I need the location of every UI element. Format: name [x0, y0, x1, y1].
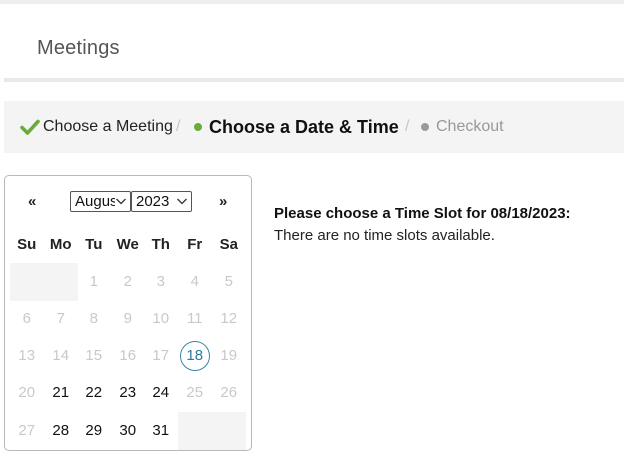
breadcrumb-label-current: Choose a Date & Time: [209, 116, 399, 137]
time-slot-heading: Please choose a Time Slot for 08/18/2023…: [274, 205, 571, 222]
breadcrumb: Choose a Meeting / Choose a Date & Time …: [4, 101, 624, 153]
day-cell[interactable]: 22: [77, 374, 111, 412]
day-cell[interactable]: 30: [111, 412, 145, 450]
weekday-header: Tu: [85, 236, 103, 253]
current-step-dot-icon: [194, 123, 202, 131]
day-cell-disabled: 16: [119, 347, 137, 365]
chevron-down-icon: [176, 194, 188, 209]
breadcrumb-label: Checkout: [436, 118, 504, 135]
day-cell-disabled: 7: [56, 310, 65, 328]
day-cell-disabled: 26: [220, 384, 238, 402]
day-cell[interactable]: 28: [44, 412, 78, 450]
time-slot-panel: Please choose a Time Slot for 08/18/2023…: [274, 205, 571, 244]
selected-day-label: 18: [179, 340, 210, 371]
weekday-header: We: [116, 236, 139, 253]
previous-month-button[interactable]: «: [28, 193, 36, 210]
weekday-header: Mo: [49, 236, 72, 253]
day-cell-disabled: 25: [186, 384, 204, 402]
pending-step-dot-icon: [421, 123, 429, 131]
month-select[interactable]: August: [70, 191, 131, 212]
day-cell-disabled: 17: [152, 347, 170, 365]
day-cell-disabled: 2: [123, 273, 132, 291]
day-cell-disabled: 19: [220, 347, 238, 365]
breadcrumb-choose-date-time: Choose a Date & Time: [194, 101, 399, 153]
check-icon: [20, 119, 40, 135]
day-cell-disabled: 8: [89, 310, 98, 328]
next-month-button[interactable]: »: [219, 193, 227, 210]
day-cell[interactable]: 31: [144, 412, 178, 450]
weekday-header: Sa: [219, 236, 238, 253]
empty-day-cell: [10, 263, 44, 301]
day-cell[interactable]: 21: [44, 374, 78, 412]
breadcrumb-separator: /: [176, 118, 181, 135]
day-cell-disabled: 5: [224, 273, 233, 291]
breadcrumb-label: Choose a Meeting: [43, 118, 173, 135]
day-cell-disabled: 9: [123, 310, 132, 328]
day-cell[interactable]: 23: [111, 374, 145, 412]
weekday-header: Th: [151, 236, 170, 253]
page-title: Meetings: [37, 37, 120, 59]
day-cell-disabled: 12: [220, 310, 238, 328]
day-cell-disabled: 15: [85, 347, 103, 365]
year-select[interactable]: 2023: [131, 191, 192, 212]
empty-day-cell: [178, 412, 212, 450]
breadcrumb-checkout: Checkout: [421, 101, 504, 153]
day-cell[interactable]: 24: [144, 374, 178, 412]
weekday-header: Su: [17, 236, 37, 253]
no-slots-message: There are no time slots available.: [274, 227, 495, 244]
breadcrumb-choose-meeting[interactable]: Choose a Meeting: [20, 101, 173, 153]
chevron-down-icon: [115, 194, 127, 209]
day-cell-disabled: 13: [18, 347, 36, 365]
day-cell-disabled: 1: [89, 273, 98, 291]
day-cell-disabled: 14: [52, 347, 70, 365]
day-cell-disabled: 4: [190, 273, 199, 291]
page-header: Meetings: [4, 4, 624, 82]
day-cell-disabled: 27: [18, 422, 36, 440]
empty-day-cell: [44, 263, 78, 301]
day-cell-selected[interactable]: 18: [178, 337, 212, 375]
day-cell-disabled: 20: [18, 384, 36, 402]
day-cell[interactable]: 29: [77, 412, 111, 450]
day-cell-disabled: 6: [22, 310, 31, 328]
date-picker: « August 2023 » Su Mo Tu We Th Fr Sa 1 2 3 4 5 6 7 8 9 1…: [4, 175, 252, 451]
day-cell-disabled: 11: [186, 310, 203, 328]
year-select-value: 2023: [136, 193, 170, 210]
empty-day-cell: [212, 412, 246, 450]
weekday-header: Fr: [187, 236, 203, 253]
day-cell-disabled: 3: [156, 273, 165, 291]
day-cell-disabled: 10: [152, 310, 170, 328]
breadcrumb-separator: /: [405, 118, 410, 135]
